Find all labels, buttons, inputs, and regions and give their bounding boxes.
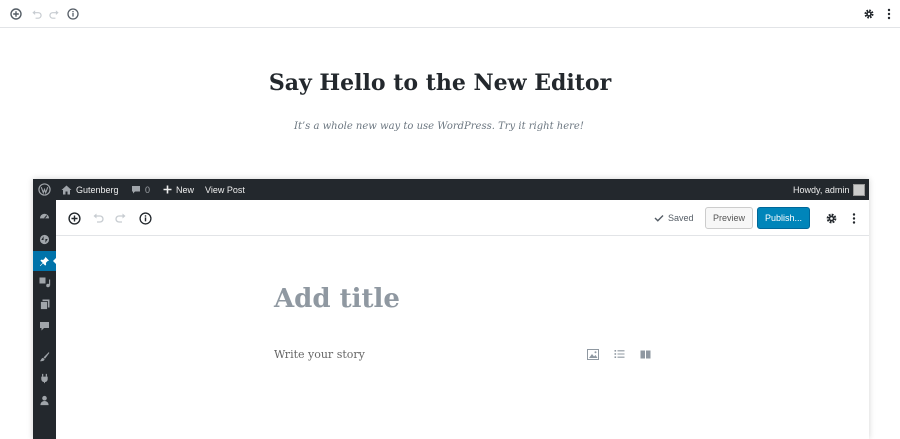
admin-bar-site[interactable]: Gutenberg	[61, 179, 119, 200]
image-block-icon[interactable]	[586, 347, 600, 361]
add-block-icon[interactable]	[9, 7, 23, 21]
checkmark-icon	[654, 215, 664, 222]
redo-icon[interactable]	[47, 7, 61, 21]
hero-title: Say Hello to the New Editor	[268, 70, 612, 96]
publish-button[interactable]: Publish...	[757, 207, 810, 229]
plus-icon	[163, 185, 172, 194]
more-vertical-icon[interactable]	[882, 7, 896, 21]
comments-icon[interactable]	[33, 316, 56, 336]
gear-icon[interactable]	[862, 7, 876, 21]
saved-status: Saved	[654, 211, 694, 225]
home-icon	[61, 185, 72, 194]
undo-icon[interactable]	[91, 211, 105, 225]
preview-button[interactable]: Preview	[705, 207, 753, 229]
admin-sidebar	[33, 200, 57, 439]
pages-icon[interactable]	[33, 294, 56, 314]
post-body-input[interactable]: Write your story	[274, 348, 365, 361]
plugins-icon[interactable]	[33, 368, 56, 388]
appearance-icon[interactable]	[33, 346, 56, 366]
comment-icon	[132, 185, 140, 193]
users-icon[interactable]	[33, 390, 56, 410]
admin-bar-comments[interactable]: 0	[131, 179, 150, 200]
admin-bar-account[interactable]: Howdy, admin	[793, 179, 866, 200]
info-icon[interactable]	[66, 7, 80, 21]
saved-label: Saved	[668, 213, 694, 223]
undo-icon[interactable]	[29, 7, 43, 21]
admin-bar-new[interactable]: New	[163, 179, 194, 200]
admin-bar-view-post[interactable]: View Post	[205, 179, 245, 200]
media-icon[interactable]	[33, 272, 56, 292]
gallery-block-icon[interactable]	[638, 347, 652, 361]
posts-pin-icon[interactable]	[33, 251, 57, 271]
more-vertical-icon[interactable]	[847, 211, 861, 225]
outer-toolbar	[0, 0, 900, 28]
wordpress-logo-icon[interactable]	[38, 179, 51, 200]
editor-preview-frame: Gutenberg 0 New View Post Howdy, admin S…	[33, 179, 869, 439]
info-icon[interactable]	[138, 211, 152, 225]
list-block-icon[interactable]	[612, 347, 626, 361]
editor-toolbar: Saved Preview Publish...	[56, 200, 869, 236]
redo-icon[interactable]	[114, 211, 128, 225]
site-name: Gutenberg	[76, 184, 119, 195]
post-title-input[interactable]: Add title	[274, 284, 400, 314]
admin-bar: Gutenberg 0 New View Post Howdy, admin	[33, 179, 869, 200]
view-post-label: View Post	[205, 184, 245, 195]
comments-count: 0	[145, 184, 151, 195]
avatar	[853, 183, 866, 196]
add-block-icon[interactable]	[67, 211, 81, 225]
gear-icon[interactable]	[824, 211, 838, 225]
jetpack-icon[interactable]	[33, 229, 56, 249]
new-label: New	[176, 184, 195, 195]
dashboard-icon[interactable]	[33, 206, 56, 226]
hero-subtitle: It’s a whole new way to use WordPress. T…	[294, 121, 584, 132]
greeting: Howdy, admin	[793, 184, 850, 195]
